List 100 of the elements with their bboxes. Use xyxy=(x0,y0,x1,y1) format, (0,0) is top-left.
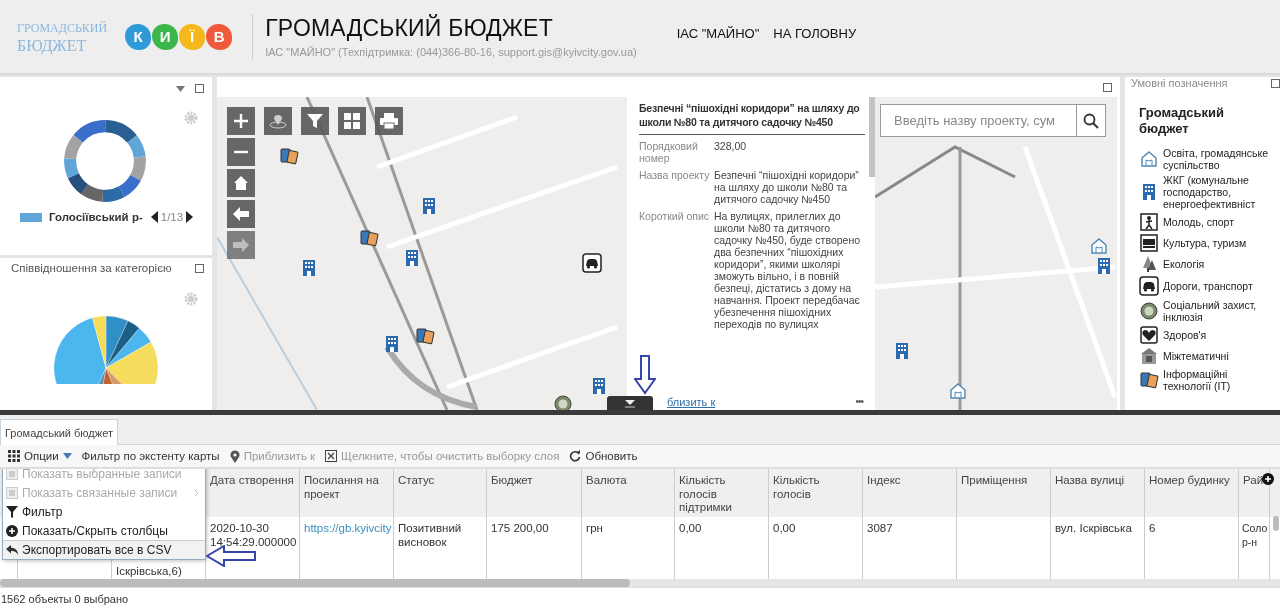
building-icon[interactable] xyxy=(1097,257,1111,275)
field-label: Назва проекту xyxy=(639,169,711,181)
annotation-arrow-icon xyxy=(634,355,656,395)
table-cell: 3087 xyxy=(867,522,893,534)
dropdown-caret-icon[interactable] xyxy=(176,85,185,92)
checkbox-icon xyxy=(6,486,18,499)
car-icon[interactable] xyxy=(582,253,602,273)
page-indicator: 1/13 xyxy=(160,211,184,223)
building-icon[interactable] xyxy=(895,342,909,360)
locate-button[interactable] xyxy=(264,107,292,135)
scrollbar-thumb[interactable] xyxy=(1273,516,1279,531)
search-icon xyxy=(1083,112,1099,129)
building-icon[interactable] xyxy=(592,377,606,395)
print-button[interactable] xyxy=(375,107,403,135)
search-button[interactable] xyxy=(1076,104,1106,137)
close-box-icon xyxy=(325,450,338,462)
search-field[interactable]: Введіть назву проекту, сум xyxy=(880,104,1076,137)
support-contacts: ІАС "МАЙНО" (Техпідтримка: (044)366-80-16, support.gis@kyivcity.gov.ua) xyxy=(265,46,637,58)
art-sign-icon xyxy=(1140,234,1158,252)
column-header[interactable]: Приміщення xyxy=(957,469,1051,517)
reply-arrow-icon xyxy=(6,545,18,555)
menu-item[interactable]: Показать/Скрыть столбцы xyxy=(3,521,205,540)
column-header[interactable]: Посилання на проект xyxy=(300,469,394,517)
nav-link[interactable]: НА ГОЛОВНУ xyxy=(773,26,857,41)
home-button[interactable] xyxy=(227,169,255,197)
plus-icon xyxy=(234,114,248,128)
printer-icon xyxy=(380,113,398,129)
table-cell: 0,00 xyxy=(773,522,796,534)
location-pin-icon xyxy=(229,449,240,463)
maximize-icon[interactable] xyxy=(1103,82,1112,92)
field-value: Безпечні “пішохідні коридори” на шляху до школи №80 та дитячого садочку №450 xyxy=(714,169,860,205)
arrow-left-icon xyxy=(233,207,249,221)
table-cell: Позитивний висновок xyxy=(398,522,462,548)
back-button[interactable] xyxy=(227,200,255,228)
arrow-right-icon xyxy=(233,238,249,252)
grid-icon xyxy=(344,113,360,129)
previous-icon[interactable] xyxy=(150,211,158,223)
zoom-in-button[interactable] xyxy=(227,107,255,135)
column-header[interactable]: Бюджет xyxy=(487,469,582,517)
filter-extent-button[interactable]: Фильтр по экстенту карты xyxy=(81,450,220,462)
menu-item[interactable]: Фильтр xyxy=(3,502,205,521)
options-menu-button[interactable]: Опции xyxy=(8,450,72,462)
column-header[interactable]: Номер будинку xyxy=(1145,469,1239,517)
home-icon xyxy=(233,175,249,191)
zoom-out-button[interactable] xyxy=(227,138,255,166)
scrollbar-thumb[interactable] xyxy=(869,97,875,177)
building-icon[interactable] xyxy=(1142,183,1156,201)
building-icon[interactable] xyxy=(302,259,316,277)
table-cell: Іскрівська,6) xyxy=(116,564,182,578)
add-column-icon[interactable] xyxy=(1262,473,1274,485)
devices-icon[interactable] xyxy=(1139,371,1159,389)
nav-link[interactable]: ІАС "МАЙНО" xyxy=(676,26,760,41)
table-cell: 2020-10-30 14:54:29.000000 xyxy=(210,522,297,548)
maximize-icon[interactable] xyxy=(195,263,204,273)
collapse-panel-button[interactable] xyxy=(607,396,653,410)
scrollbar-thumb[interactable] xyxy=(0,579,630,587)
school-icon[interactable] xyxy=(1140,150,1158,168)
column-header[interactable]: Кількість голосів підтримки xyxy=(675,469,769,517)
building-icon[interactable] xyxy=(422,197,436,215)
devices-icon[interactable] xyxy=(359,229,379,247)
table-cell: Соло р-н xyxy=(1242,522,1268,548)
table-cell: 6 xyxy=(1149,522,1156,534)
menu-item[interactable]: Экспортировать все в CSV xyxy=(3,540,205,559)
popup-title: Безпечні “пішохідні коридори” на шляху до школи №80 та дитячого садочку №450 xyxy=(639,101,865,135)
car-icon[interactable] xyxy=(1139,276,1159,296)
grid-icon xyxy=(8,450,20,462)
panel-title: Умовні позначення xyxy=(1131,77,1228,89)
zoom-to-link[interactable]: близить к xyxy=(667,396,716,408)
table-cell: 175 200,00 xyxy=(491,522,549,534)
building-icon[interactable] xyxy=(385,335,399,353)
column-header[interactable]: Статус xyxy=(394,469,487,517)
column-header[interactable]: Назва вулиці xyxy=(1051,469,1145,517)
maximize-icon[interactable] xyxy=(195,84,204,93)
athlete-icon xyxy=(1140,213,1158,231)
refresh-icon xyxy=(569,450,582,462)
column-header[interactable]: Кількість голосів xyxy=(769,469,863,517)
kyiv-logo: К И Ї В xyxy=(125,23,233,50)
field-value: 328,00 xyxy=(714,140,748,152)
legend-label: Екологія xyxy=(1163,258,1206,270)
devices-icon[interactable] xyxy=(279,147,299,165)
building-icon[interactable] xyxy=(405,249,419,267)
school-icon[interactable] xyxy=(1090,237,1108,255)
layout-grid-button[interactable] xyxy=(338,107,366,135)
refresh-button[interactable]: Обновить xyxy=(569,450,638,462)
school-icon[interactable] xyxy=(949,382,967,400)
column-header[interactable]: Індекс xyxy=(863,469,957,517)
field-label: Порядковий номер xyxy=(639,140,699,164)
next-icon[interactable] xyxy=(186,211,194,223)
column-header[interactable]: Валюта xyxy=(582,469,675,517)
legend-label: Освіта, громадянське суспільство xyxy=(1163,147,1270,171)
devices-icon[interactable] xyxy=(415,327,435,345)
table-cell: грн xyxy=(586,522,603,534)
caret-icon xyxy=(625,398,635,408)
maximize-icon[interactable] xyxy=(1271,78,1280,88)
legend-label: Міжтематичні xyxy=(1163,350,1230,362)
emblem-icon[interactable] xyxy=(1140,302,1158,320)
layer-tab[interactable]: Громадський бюджет xyxy=(0,419,118,445)
filter-button[interactable] xyxy=(301,107,329,135)
project-link[interactable]: https://gb.kyivcity xyxy=(304,522,392,534)
more-button[interactable]: ••• xyxy=(855,396,863,408)
